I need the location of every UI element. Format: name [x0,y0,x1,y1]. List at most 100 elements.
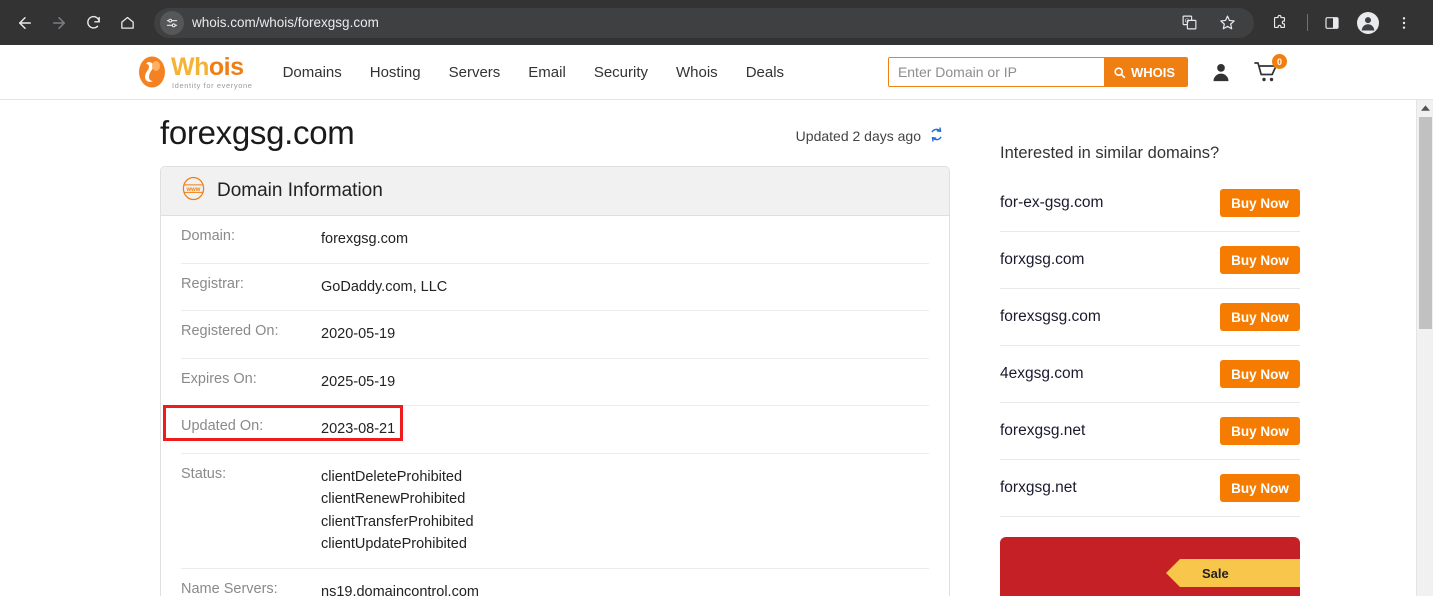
info-value-line: clientTransferProhibited [321,513,474,530]
similar-domain-name[interactable]: forxgsg.com [1000,251,1084,269]
refresh-icon[interactable] [928,126,945,146]
translate-icon[interactable]: G [1174,8,1204,38]
info-label: Registered On: [181,323,279,339]
buy-now-button[interactable]: Buy Now [1220,417,1300,445]
header-utilities: WHOIS 0 [887,54,1287,87]
info-label: Domain: [181,228,235,244]
buy-now-button[interactable]: Buy Now [1220,189,1300,217]
site-settings-icon[interactable] [160,10,184,35]
info-row-registered-on: Registered On: 2020-05-19 [181,311,929,359]
similar-domain-name[interactable]: forexsgsg.com [1000,308,1101,326]
whois-logo-icon [137,55,167,89]
nav-item-security[interactable]: Security [594,64,648,81]
info-value-line: 2023-08-21 [321,421,396,437]
info-row-status: Status: clientDeleteProhibited clientRen… [181,454,929,569]
whois-search-button[interactable]: WHOIS [1103,58,1187,86]
chrome-menu-icon[interactable] [1389,8,1419,38]
info-label: Expires On: [181,370,257,387]
page-scrollbar[interactable] [1416,100,1433,596]
buy-now-button[interactable]: Buy Now [1220,474,1300,502]
search-input[interactable] [888,58,1104,86]
profile-avatar[interactable] [1353,8,1383,38]
info-value: ns19.domaincontrol.com ns20.domaincontro… [321,581,479,597]
bookmark-star-icon[interactable] [1212,8,1242,38]
scroll-up-arrow-icon[interactable] [1417,100,1433,117]
similar-domain-row: forxgsg.com Buy Now [1000,232,1300,289]
www-globe-icon: www [181,176,206,206]
nav-item-hosting[interactable]: Hosting [370,64,421,81]
scrollbar-thumb[interactable] [1419,117,1432,329]
similar-domain-row: forexsgsg.com Buy Now [1000,289,1300,346]
nav-item-whois[interactable]: Whois [676,64,718,81]
url-text: whois.com/whois/forexgsg.com [192,15,379,30]
nav-item-deals[interactable]: Deals [746,64,784,81]
info-label: Name Servers: [181,580,278,597]
info-value: forexgsg.com [321,228,408,251]
similar-domain-name[interactable]: forxgsg.net [1000,479,1077,497]
info-value-line: 2020-05-19 [321,326,396,342]
buy-now-button[interactable]: Buy Now [1220,303,1300,331]
svg-text:G: G [1184,19,1188,25]
user-icon [1213,64,1229,82]
info-row-domain: Domain: forexgsg.com [181,216,929,264]
page-title-row: forexgsg.com Updated 2 days ago [160,114,950,152]
extensions-icon[interactable] [1264,8,1294,38]
home-button[interactable] [112,8,142,38]
cart-button[interactable]: 0 [1254,54,1287,83]
nav-item-email[interactable]: Email [528,64,566,81]
similar-domain-name[interactable]: 4exgsg.com [1000,365,1084,383]
similar-domain-row: forxgsg.net Buy Now [1000,460,1300,517]
search-icon [1114,66,1126,78]
whois-search-form: WHOIS [887,57,1188,87]
info-label: Updated On: [181,418,264,434]
account-button[interactable] [1210,61,1232,83]
cart-count-badge: 0 [1272,54,1287,69]
main-column: forexgsg.com Updated 2 days ago www Doma… [160,114,950,596]
reload-button[interactable] [78,8,108,38]
info-row-updated-on: Updated On: 2023-08-21 [181,406,929,454]
browser-actions [1258,8,1423,38]
info-label: Registrar: [181,275,244,292]
browser-toolbar: whois.com/whois/forexgsg.com G [0,0,1433,45]
info-value: clientDeleteProhibited clientRenewProhib… [321,466,474,556]
whois-search-button-label: WHOIS [1130,64,1175,80]
space-tld-promo-banner[interactable]: Sale .space [1000,537,1300,596]
similar-domain-row: for-ex-gsg.com Buy Now [1000,175,1300,232]
buy-now-button[interactable]: Buy Now [1220,360,1300,388]
buy-now-button[interactable]: Buy Now [1220,246,1300,274]
info-value-line: clientRenewProhibited [321,491,466,507]
updated-status: Updated 2 days ago [796,126,945,152]
info-value: 2020-05-19 [321,323,395,346]
card-header: www Domain Information [161,167,949,216]
toolbar-divider [1307,14,1308,31]
promo-tld-text: .space [1000,591,1300,596]
back-button[interactable] [10,8,40,38]
similar-domain-name[interactable]: forexgsg.net [1000,422,1085,440]
info-row-registrar: Registrar: GoDaddy.com, LLC [181,264,929,311]
side-panel-icon[interactable] [1317,8,1347,38]
main-navigation: Domains Hosting Servers Email Security W… [283,64,784,81]
logo-tagline: Identity for everyone [172,80,253,90]
info-value-line: clientDeleteProhibited [321,468,463,485]
info-value-line: ns19.domaincontrol.com [321,583,479,597]
info-value-line: clientUpdateProhibited [321,536,467,552]
info-value: GoDaddy.com, LLC [321,276,447,299]
similar-domain-name[interactable]: for-ex-gsg.com [1000,194,1103,212]
info-value-line: forexgsg.com [321,231,409,247]
similar-domain-row: forexgsg.net Buy Now [1000,403,1300,460]
sale-ribbon: Sale [1166,559,1300,587]
similar-domain-row: 4exgsg.com Buy Now [1000,346,1300,403]
info-row-expires-on: Expires On: 2025-05-19 [181,359,929,406]
card-title: Domain Information [217,180,383,201]
info-value: 2023-08-21 [321,418,395,441]
info-value: 2025-05-19 [321,371,395,394]
address-bar[interactable]: whois.com/whois/forexgsg.com G [154,7,1254,38]
nav-item-domains[interactable]: Domains [283,64,342,81]
info-value-line: GoDaddy.com, LLC [321,278,448,295]
forward-button[interactable] [44,8,74,38]
similar-domains-panel: Interested in similar domains? for-ex-gs… [1000,114,1300,596]
whois-logo[interactable]: Whois Identity for everyone [137,52,253,90]
logo-word-second: ois [208,52,244,81]
nav-item-servers[interactable]: Servers [449,64,501,81]
site-header: Whois Identity for everyone Domains Host… [0,45,1433,100]
